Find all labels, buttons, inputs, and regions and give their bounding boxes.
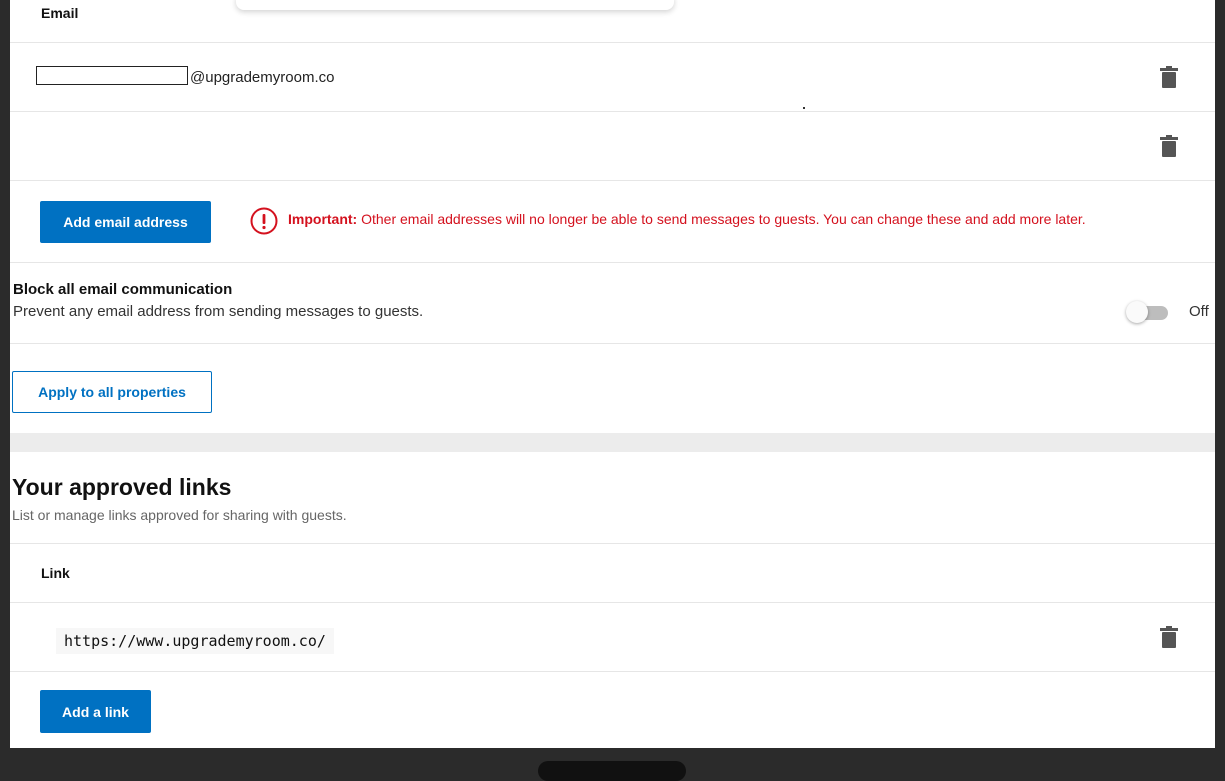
warning-label: Important: [288,211,358,227]
add-link-button[interactable]: Add a link [40,690,151,733]
toggle-knob [1126,301,1148,323]
approved-links-description: List or manage links approved for sharin… [12,507,347,523]
apply-to-all-properties-button[interactable]: Apply to all properties [12,371,212,413]
divider [10,180,1215,181]
trash-icon[interactable] [1160,66,1178,88]
divider [10,262,1215,263]
divider [10,671,1215,672]
section-separator [10,433,1215,452]
taskbar-pill [538,761,686,781]
trash-icon[interactable] [1160,626,1178,648]
approved-links-title: Your approved links [12,474,232,500]
toggle-state-label: Off [1189,303,1209,320]
link-column-header: Link [41,565,70,581]
redacted-email-prefix [36,66,188,85]
warning-message: Other email addresses will no longer be … [357,211,1086,227]
divider [10,543,1215,544]
divider [10,111,1215,112]
block-email-description: Prevent any email address from sending m… [13,303,424,320]
divider [10,42,1215,43]
add-email-address-button[interactable]: Add email address [40,201,211,243]
block-email-title: Block all email communication [13,281,233,298]
popup-overlay-edge [236,0,674,10]
stray-dot [803,107,805,109]
email-domain-suffix: @upgrademyroom.co [190,69,335,86]
email-column-header: Email [41,5,79,21]
exclamation-circle-icon [250,207,278,235]
block-email-toggle[interactable] [1126,301,1170,323]
settings-panel: Email @upgrademyroom.co Add email addres… [10,0,1215,748]
divider [10,602,1215,603]
divider [10,343,1215,344]
approved-link-url: https://www.upgrademyroom.co/ [56,628,334,654]
important-warning: Important: Other email addresses will no… [288,211,1086,227]
trash-icon[interactable] [1160,135,1178,157]
